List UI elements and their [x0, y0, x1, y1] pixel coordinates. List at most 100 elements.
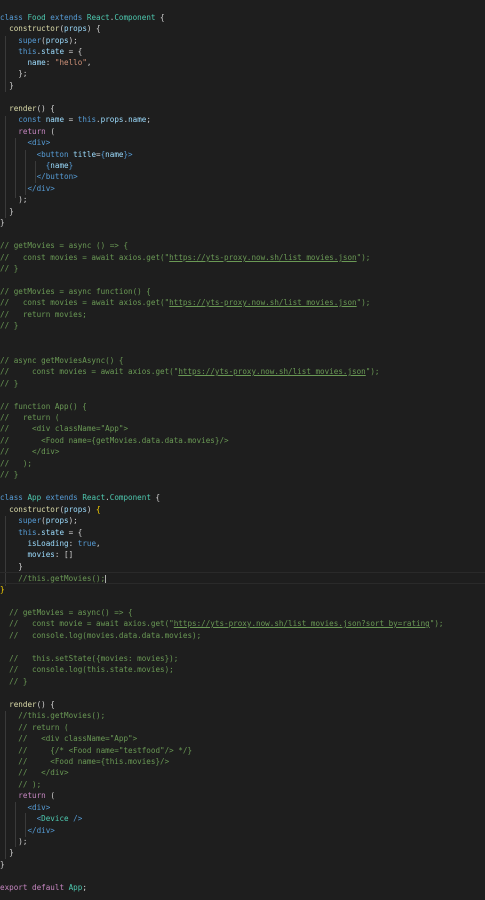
code-line[interactable]: // const movie = await axios.get("https:…: [0, 618, 485, 630]
code-line[interactable]: render() {: [0, 699, 485, 711]
code-line[interactable]: }: [0, 80, 485, 92]
code-line[interactable]: // getMovies = async() => {: [0, 607, 485, 619]
code-line[interactable]: <div>: [0, 802, 485, 814]
code-line[interactable]: const name = this.props.name;: [0, 114, 485, 126]
code-line[interactable]: // <div className="App">: [0, 733, 485, 745]
code-line[interactable]: <div>: [0, 137, 485, 149]
code-line[interactable]: constructor(props) {: [0, 23, 485, 35]
code-line[interactable]: // <Food name={getMovies.data.data.movie…: [0, 435, 485, 447]
code-line[interactable]: // const movies = await axios.get("https…: [0, 297, 485, 309]
code-line[interactable]: // </div>: [0, 446, 485, 458]
code-token: Food: [27, 13, 51, 22]
code-token: name: [45, 115, 65, 124]
code-line[interactable]: <button title={name}>: [0, 149, 485, 161]
code-token: App: [27, 493, 46, 502]
code-line[interactable]: // console.log(this.state.movies);: [0, 664, 485, 676]
code-line[interactable]: super(props);: [0, 515, 485, 527]
code-token: // );: [0, 780, 42, 789]
code-line[interactable]: // const movies = await axios.get("https…: [0, 366, 485, 378]
code-token: default: [32, 883, 69, 892]
code-token: () {: [36, 700, 55, 709]
code-line[interactable]: // const movies = await axios.get("https…: [0, 252, 485, 264]
code-line[interactable]: {name}: [0, 160, 485, 172]
code-line[interactable]: movies: []: [0, 549, 485, 561]
code-line[interactable]: );: [0, 194, 485, 206]
code-token: ;: [82, 883, 87, 892]
code-line[interactable]: // }: [0, 676, 485, 688]
code-line[interactable]: }: [0, 206, 485, 218]
code-line[interactable]: // function App() {: [0, 401, 485, 413]
code-token: extends: [50, 13, 87, 22]
code-line[interactable]: </div>: [0, 183, 485, 195]
code-line[interactable]: isLoading: true,: [0, 538, 485, 550]
code-line[interactable]: // return (: [0, 412, 485, 424]
code-line[interactable]: // }: [0, 320, 485, 332]
code-line[interactable]: // <Food name={this.movies}/>: [0, 756, 485, 768]
url-token[interactable]: https://yts-proxy.now.sh/list_movies.jso…: [178, 367, 365, 376]
code-line[interactable]: // {/* <Food name="testfood"/> */}: [0, 745, 485, 757]
code-line[interactable]: }: [0, 584, 485, 596]
url-token[interactable]: https://yts-proxy.now.sh/list_movies.jso…: [169, 298, 356, 307]
code-line[interactable]: this.state = {: [0, 527, 485, 539]
code-token: // getMovies = async function() {: [0, 287, 151, 296]
code-token: // }: [0, 677, 28, 686]
code-line[interactable]: //this.getMovies();: [0, 572, 485, 584]
code-token: Component: [109, 493, 156, 502]
text-cursor: [105, 574, 107, 583]
code-line[interactable]: </div>: [0, 825, 485, 837]
code-line[interactable]: constructor(props) {: [0, 504, 485, 516]
code-line[interactable]: class Food extends React.Component {: [0, 12, 485, 24]
code-line[interactable]: };: [0, 68, 485, 80]
code-token: export: [0, 883, 33, 892]
code-line[interactable]: export default App;: [0, 882, 485, 894]
code-token: super: [18, 516, 42, 525]
code-token: super: [18, 36, 42, 45]
url-token[interactable]: https://yts-proxy.now.sh/list_movies.jso…: [169, 253, 356, 262]
code-token: =: [64, 115, 78, 124]
code-line[interactable]: }: [0, 847, 485, 859]
code-line[interactable]: // return (: [0, 722, 485, 734]
code-token: ,: [96, 539, 101, 548]
code-line[interactable]: // async getMoviesAsync() {: [0, 355, 485, 367]
code-line[interactable]: return (: [0, 790, 485, 802]
code-line[interactable]: </button>: [0, 171, 485, 183]
code-line[interactable]: return (: [0, 126, 485, 138]
code-line[interactable]: // </div>: [0, 767, 485, 779]
code-line[interactable]: // );: [0, 458, 485, 470]
code-line[interactable]: }: [0, 217, 485, 229]
code-token: ");: [365, 367, 380, 376]
code-token: </button>: [36, 172, 78, 181]
code-line[interactable]: //this.getMovies();: [0, 710, 485, 722]
code-line[interactable]: render() {: [0, 103, 485, 115]
url-token[interactable]: https://yts-proxy.now.sh/list_movies.jso…: [174, 619, 430, 628]
code-line[interactable]: // getMovies = async () => {: [0, 240, 485, 252]
code-line[interactable]: // console.log(movies.data.data.movies);: [0, 630, 485, 642]
code-token: return: [18, 791, 51, 800]
code-line[interactable]: );: [0, 836, 485, 848]
code-line[interactable]: // getMovies = async function() {: [0, 286, 485, 298]
code-token: // }: [0, 379, 19, 388]
code-line[interactable]: }: [0, 561, 485, 573]
code-line[interactable]: this.state = {: [0, 46, 485, 58]
code-line[interactable]: name: "hello",: [0, 57, 485, 69]
code-line[interactable]: super(props);: [0, 35, 485, 47]
code-line[interactable]: // );: [0, 779, 485, 791]
code-line[interactable]: // <div className="App">: [0, 423, 485, 435]
code-line[interactable]: class App extends React.Component {: [0, 492, 485, 504]
code-token: }: [0, 860, 5, 869]
code-line[interactable]: // this.setState({movies: movies});: [0, 653, 485, 665]
code-line[interactable]: }: [0, 859, 485, 871]
code-editor[interactable]: class Food extends React.Component { con…: [0, 0, 485, 900]
code-line[interactable]: // }: [0, 469, 485, 481]
code-token: extends: [45, 493, 83, 502]
code-line[interactable]: <Device />: [0, 813, 485, 825]
code-line[interactable]: // }: [0, 378, 485, 390]
code-line[interactable]: // return movies;: [0, 309, 485, 321]
code-line[interactable]: // }: [0, 263, 485, 275]
